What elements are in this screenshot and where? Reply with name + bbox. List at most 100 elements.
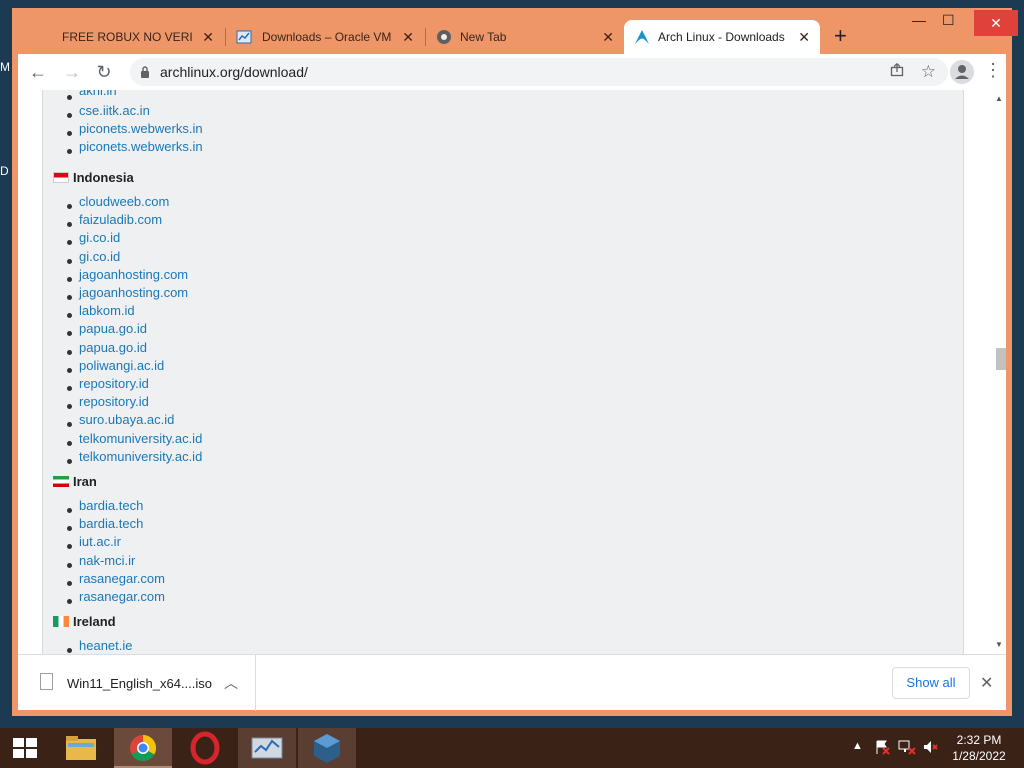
page-scrollbar[interactable]: ▲ ▼ <box>994 90 1006 654</box>
mirror-link[interactable]: papua.go.id <box>79 340 147 355</box>
show-all-button[interactable]: Show all <box>892 667 970 699</box>
tab-new-tab[interactable]: New Tab ✕ <box>426 20 624 54</box>
minimize-button[interactable]: — <box>912 12 926 28</box>
address-bar[interactable]: archlinux.org/download/ ☆ <box>130 58 948 86</box>
tab-oracle-vm[interactable]: Downloads – Oracle VM ✕ <box>226 20 424 54</box>
country-heading-ireland: Ireland <box>53 614 116 629</box>
tab-close-icon[interactable]: ✕ <box>202 29 214 46</box>
reload-button[interactable]: ↻ <box>92 60 116 84</box>
system-clock[interactable]: 2:32 PM 1/28/2022 <box>938 732 1020 764</box>
mirror-link[interactable]: jagoanhosting.com <box>79 285 188 300</box>
show-hidden-icons-icon[interactable]: ▲ <box>852 740 863 752</box>
arch-icon <box>634 29 650 45</box>
mirror-link[interactable]: aknl.in <box>79 90 117 98</box>
mirror-link[interactable]: rasanegar.com <box>79 589 165 604</box>
clock-time: 2:32 PM <box>956 733 1002 747</box>
browser-toolbar: ← → ↻ archlinux.org/download/ ☆ ⋮ <box>18 54 1006 90</box>
page-viewport: aknl.in cse.iitk.ac.in piconets.webwerks… <box>18 90 1006 654</box>
tab-close-icon[interactable]: ✕ <box>798 29 810 46</box>
scroll-down-arrow-icon[interactable]: ▼ <box>995 640 1003 649</box>
download-file-name[interactable]: Win11_English_x64....iso <box>67 676 212 691</box>
taskbar: ▲ 2:32 PM 1/28/2022 <box>0 728 1024 768</box>
tab-title: Downloads – Oracle VM <box>262 30 392 44</box>
mirror-link[interactable]: repository.id <box>79 376 149 391</box>
start-button[interactable] <box>0 728 58 768</box>
list-bullet <box>67 313 72 319</box>
mirror-link[interactable]: repository.id <box>79 394 149 409</box>
file-explorer-icon[interactable] <box>54 728 112 768</box>
close-window-button[interactable]: ✕ <box>974 10 1018 36</box>
tab-title: FREE ROBUX NO VERIFIC <box>62 30 192 44</box>
url-text[interactable]: archlinux.org/download/ <box>160 64 308 80</box>
opera-icon[interactable] <box>176 728 234 768</box>
mirror-link[interactable]: faizuladib.com <box>79 212 162 227</box>
list-bullet <box>67 276 72 282</box>
mirror-link[interactable]: suro.ubaya.ac.id <box>79 412 174 427</box>
list-bullet <box>67 580 72 586</box>
mirror-link[interactable]: cse.iitk.ac.in <box>79 103 150 118</box>
list-bullet <box>67 349 72 355</box>
chrome-icon <box>436 29 452 45</box>
mirror-link[interactable]: poliwangi.ac.id <box>79 358 164 373</box>
list-bullet <box>67 240 72 246</box>
clock-date: 1/28/2022 <box>952 749 1006 763</box>
mirror-link[interactable]: iut.ac.ir <box>79 534 121 549</box>
tab-strip: FREE ROBUX NO VERIFIC ✕ Downloads – Orac… <box>12 8 1018 54</box>
list-bullet <box>67 526 72 532</box>
scroll-thumb[interactable] <box>996 348 1006 370</box>
tab-arch-linux-downloads[interactable]: Arch Linux - Downloads ✕ <box>624 20 820 54</box>
mirror-link[interactable]: bardia.tech <box>79 498 143 513</box>
list-bullet <box>67 648 72 653</box>
mirror-link[interactable]: nak-mci.ir <box>79 553 135 568</box>
chevron-up-icon[interactable]: ︿ <box>224 673 238 693</box>
tab-title: New Tab <box>460 30 507 44</box>
mirror-link[interactable]: gi.co.id <box>79 230 120 245</box>
bookmark-star-icon[interactable]: ☆ <box>921 62 936 82</box>
back-button[interactable]: ← <box>26 60 50 84</box>
mirror-link[interactable]: papua.go.id <box>79 321 147 336</box>
mirror-link[interactable]: bardia.tech <box>79 516 143 531</box>
mirror-link[interactable]: telkomuniversity.ac.id <box>79 449 202 464</box>
mirror-link[interactable]: piconets.webwerks.in <box>79 139 203 154</box>
virtualbox-taskbar-icon[interactable] <box>298 728 356 768</box>
tab-free-robux[interactable]: FREE ROBUX NO VERIFIC ✕ <box>26 20 224 54</box>
list-bullet <box>67 258 72 264</box>
share-icon[interactable] <box>890 62 904 81</box>
chrome-taskbar-icon[interactable] <box>114 728 172 768</box>
download-item[interactable]: Win11_English_x64....iso ︿ <box>18 655 256 711</box>
mirror-link[interactable]: jagoanhosting.com <box>79 267 188 282</box>
list-bullet <box>67 367 72 373</box>
profile-avatar-icon[interactable] <box>950 60 974 84</box>
list-bullet <box>67 562 72 568</box>
task-manager-icon[interactable] <box>238 728 296 768</box>
list-bullet <box>67 458 72 464</box>
list-bullet <box>67 440 72 446</box>
scroll-up-arrow-icon[interactable]: ▲ <box>995 94 1003 103</box>
volume-muted-icon[interactable] <box>922 739 938 758</box>
mirror-link[interactable]: gi.co.id <box>79 249 120 264</box>
maximize-button[interactable]: ☐ <box>942 12 955 29</box>
new-tab-button[interactable]: + <box>834 25 847 47</box>
list-bullet <box>67 599 72 604</box>
network-icon[interactable] <box>898 739 916 758</box>
mirror-link[interactable]: telkomuniversity.ac.id <box>79 431 202 446</box>
lock-icon <box>140 65 150 78</box>
mirror-link[interactable]: cloudweeb.com <box>79 194 169 209</box>
iran-flag-icon <box>53 476 69 487</box>
indonesia-flag-icon <box>53 172 69 183</box>
mirror-link[interactable]: labkom.id <box>79 303 135 318</box>
tab-close-icon[interactable]: ✕ <box>402 29 414 46</box>
mirror-link[interactable]: heanet.ie <box>79 638 133 653</box>
tab-title: Arch Linux - Downloads <box>658 30 785 44</box>
close-icon[interactable]: ✕ <box>980 673 993 693</box>
list-bullet <box>67 404 72 410</box>
action-center-flag-icon[interactable] <box>874 739 890 758</box>
mirror-link[interactable]: piconets.webwerks.in <box>79 121 203 136</box>
desktop-icon-label: D <box>0 164 9 178</box>
forward-button[interactable]: → <box>60 60 84 84</box>
country-heading-indonesia: Indonesia <box>53 170 134 185</box>
menu-kebab-icon[interactable]: ⋮ <box>984 60 1002 81</box>
list-bullet <box>67 544 72 550</box>
mirror-link[interactable]: rasanegar.com <box>79 571 165 586</box>
tab-close-icon[interactable]: ✕ <box>602 29 614 46</box>
